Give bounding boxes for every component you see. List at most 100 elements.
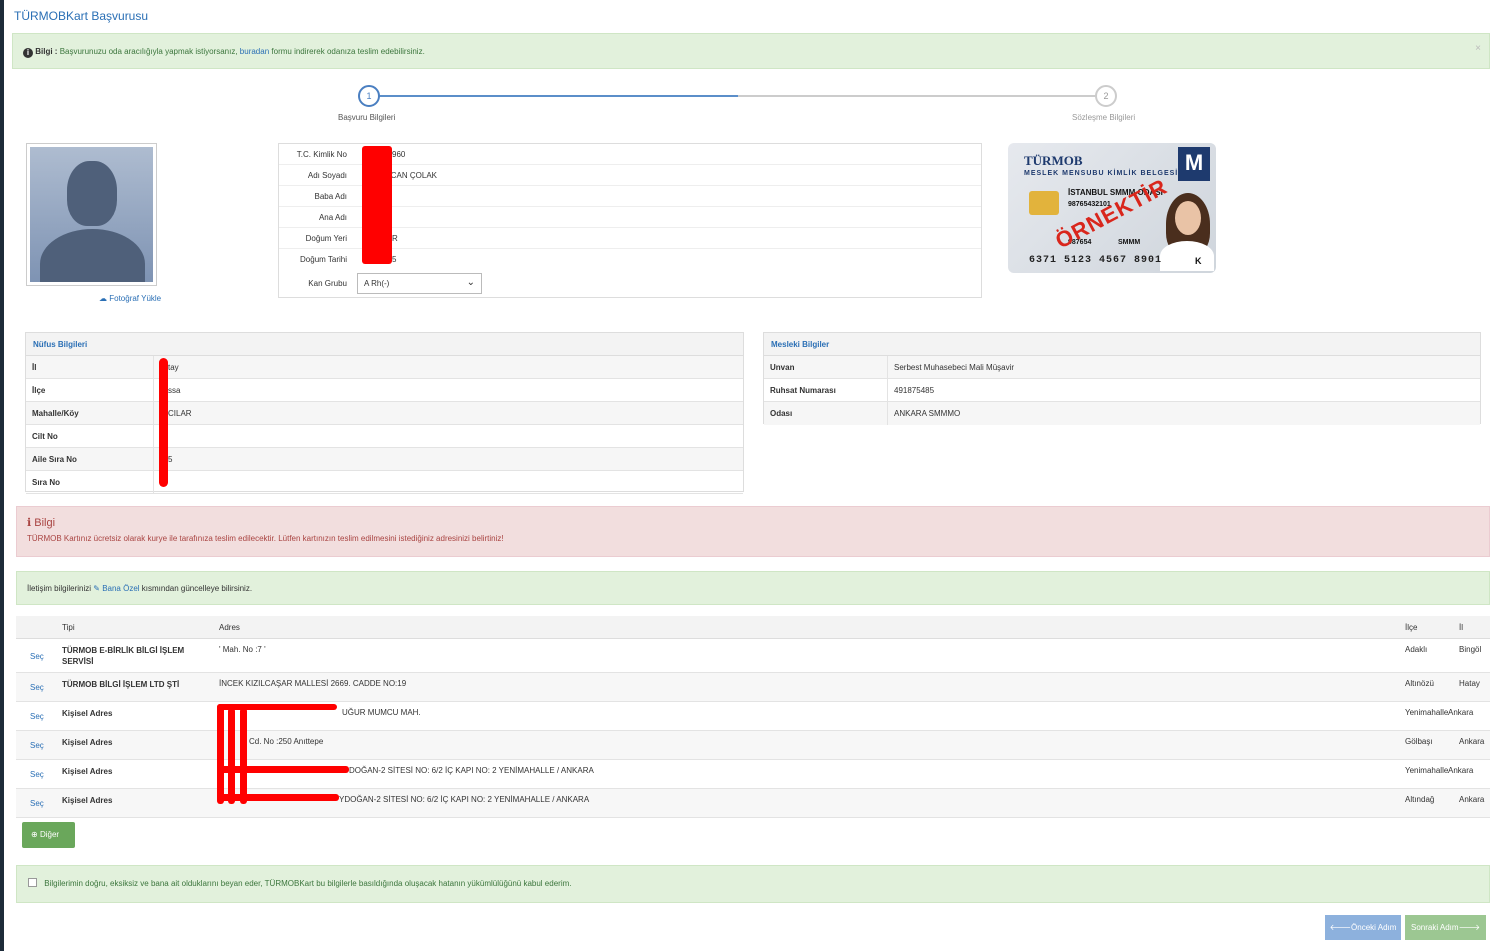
address-type: TÜRMOB BİLGİ İŞLEM LTD ŞTİ (62, 680, 180, 689)
address-district: Altınözü (1405, 679, 1434, 688)
select-address-link[interactable]: Seç (30, 683, 44, 692)
address-type: Kişisel Adres (62, 767, 113, 776)
address-province: Hatay (1459, 679, 1480, 688)
mesleki-row: Unvan Serbest Muhasebeci Mali Müşavir (764, 356, 1480, 379)
table-row: Seç Kişisel Adres Cd. No :250 Anıttepe G… (16, 731, 1490, 760)
select-address-link[interactable]: Seç (30, 799, 44, 808)
cloud-upload-icon: ☁ (99, 294, 107, 303)
table-row: Seç TÜRMOB BİLGİ İŞLEM LTD ŞTİ İNCEK KIZ… (16, 673, 1490, 702)
address-table-header: Tipi Adres İlçe İl (16, 616, 1490, 639)
delivery-warning-alert: ℹ Bilgi TÜRMOB Kartınız ücretsiz olarak … (16, 506, 1490, 557)
redaction-mark (240, 708, 247, 804)
redaction-mark (217, 794, 339, 801)
address-text: ' Mah. No :7 ' (219, 645, 266, 654)
chevron-down-icon: ⌄ (466, 277, 475, 288)
mesleki-row: Ruhsat Numarası 491875485 (764, 379, 1480, 402)
field-label: Baba Adı (314, 192, 347, 201)
field-label: Kan Grubu (308, 279, 347, 288)
table-row: Seç TÜRMOB E-BİRLİK BİLGİ İŞLEM SERVİSİ … (16, 639, 1490, 673)
contact-update-alert: İletişim bilgilerinizi ✎ Bana Özel kısmı… (16, 571, 1490, 605)
step-2-label: Sözleşme Bilgileri (1072, 113, 1136, 122)
address-table: Tipi Adres İlçe İl Seç TÜRMOB E-BİRLİK B… (16, 616, 1490, 818)
info-icon: ℹ (27, 517, 32, 529)
field-value: 5 (392, 255, 397, 264)
nufus-row: Sıra No (26, 471, 743, 494)
card-brand: TÜRMOB (1024, 153, 1083, 168)
field-label: T.C. Kimlik No (296, 150, 347, 159)
edit-icon: ✎ (93, 584, 100, 593)
select-address-link[interactable]: Seç (30, 741, 44, 750)
field-value: R (392, 234, 398, 243)
info-alert: i Bilgi : Başvurunuzu oda aracılığıyla y… (12, 33, 1490, 69)
info-alert-text-before: Başvurunuzu oda aracılığıyla yapmak isti… (59, 47, 238, 56)
sample-id-card-image: TÜRMOB MESLEK MENSUBU KİMLİK BELGESİ M İ… (1008, 143, 1216, 273)
declaration-box: Bilgilerimin doğru, eksiksiz ve bana ait… (16, 865, 1490, 903)
upload-photo-link[interactable]: ☁ Fotoğraf Yükle (99, 294, 161, 303)
select-address-link[interactable]: Seç (30, 652, 44, 661)
bana-ozel-link[interactable]: ✎ Bana Özel (93, 584, 139, 593)
address-province: Bingöl (1459, 645, 1482, 654)
info-icon: i (23, 48, 33, 58)
blood-group-value: A Rh(-) (364, 279, 390, 288)
address-type: Kişisel Adres (62, 709, 113, 718)
warning-text: TÜRMOB Kartınız ücretsiz olarak kurye il… (27, 534, 504, 543)
card-suffix: K (1195, 256, 1202, 266)
address-district: Gölbaşı (1405, 737, 1433, 746)
nufus-row: Cilt No (26, 425, 743, 448)
download-form-link[interactable]: buradan (240, 47, 269, 56)
mesleki-panel-title: Mesleki Bilgiler (764, 333, 1480, 356)
redaction-mark (217, 704, 224, 804)
select-address-link[interactable]: Seç (30, 712, 44, 721)
address-province: Ankara (1448, 766, 1474, 775)
blood-group-select[interactable]: A Rh(-) ⌄ (357, 273, 482, 294)
field-label: Ana Adı (318, 213, 347, 222)
address-district: Adaklı (1405, 645, 1428, 654)
nufus-row: Mahalle/Köy CILAR (26, 402, 743, 425)
field-label: Doğum Tarihi (300, 255, 347, 264)
address-text: Cd. No :250 Anıttepe (249, 737, 324, 746)
avatar-placeholder (30, 147, 153, 282)
field-value: RCAN ÇOLAK (385, 171, 438, 180)
step-1-circle[interactable]: 1 (358, 85, 380, 107)
redaction-mark (217, 704, 337, 710)
nufus-row: Aile Sıra No 5 (26, 448, 743, 471)
address-text: İNCEK KIZILCAŞAR MALLESİ 2669. CADDE NO:… (219, 679, 407, 688)
address-text: YDOĞAN-2 SİTESİ NO: 6/2 İÇ KAPI NO: 2 YE… (339, 795, 590, 804)
address-text: DOĞAN-2 SİTESİ NO: 6/2 İÇ KAPI NO: 2 YEN… (349, 766, 594, 775)
nufus-row: İlçe ssa (26, 379, 743, 402)
address-province: Ankara (1459, 737, 1485, 746)
redaction-mark (362, 146, 392, 264)
card-number: 6371 5123 4567 8901 (1029, 255, 1163, 266)
step-1-label: Başvuru Bilgileri (338, 113, 396, 122)
declaration-checkbox[interactable] (28, 878, 37, 887)
step-2-circle[interactable]: 2 (1095, 85, 1117, 107)
card-logo: M (1178, 147, 1210, 181)
select-address-link[interactable]: Seç (30, 770, 44, 779)
table-row: Seç Kişisel Adres DOĞAN-2 SİTESİ NO: 6/2… (16, 760, 1490, 789)
address-type: Kişisel Adres (62, 796, 113, 805)
address-type: Kişisel Adres (62, 738, 113, 747)
address-district: Yenimahalle (1405, 708, 1449, 717)
plus-circle-icon: ⊕ (31, 830, 38, 839)
mesleki-panel: Mesleki Bilgiler Unvan Serbest Muhasebeci… (763, 332, 1481, 425)
address-province: Ankara (1448, 708, 1474, 717)
add-address-button[interactable]: ⊕ Diğer (22, 822, 75, 848)
address-text: UĞUR MUMCU MAH. (342, 708, 421, 717)
info-alert-label: Bilgi : (35, 47, 58, 56)
address-district: Altındağ (1405, 795, 1435, 804)
close-icon[interactable]: × (1475, 43, 1481, 54)
previous-step-button[interactable]: 🡐Önceki Adım (1325, 915, 1401, 940)
address-type: TÜRMOB E-BİRLİK BİLGİ İŞLEM SERVİSİ (62, 646, 185, 666)
nufus-panel-title: Nüfus Bilgileri (26, 333, 743, 356)
nufus-row: İl tay (26, 356, 743, 379)
personal-info-form: T.C. Kimlik No 960 Adı Soyadı RCAN ÇOLAK B… (278, 143, 982, 298)
card-portrait (1175, 201, 1201, 235)
next-step-button[interactable]: Sonraki Adım🡒 (1405, 915, 1486, 940)
stepper-remaining-line (738, 95, 1106, 97)
declaration-text: Bilgilerimin doğru, eksiksiz ve bana ait… (44, 879, 572, 888)
redaction-mark (217, 766, 349, 773)
info-alert-text-after: formu indirerek odanıza teslim edebilirs… (271, 47, 425, 56)
card-chip (1029, 191, 1059, 215)
field-label: Doğum Yeri (305, 234, 347, 243)
page-title: TÜRMOBKart Başvurusu (14, 9, 149, 23)
